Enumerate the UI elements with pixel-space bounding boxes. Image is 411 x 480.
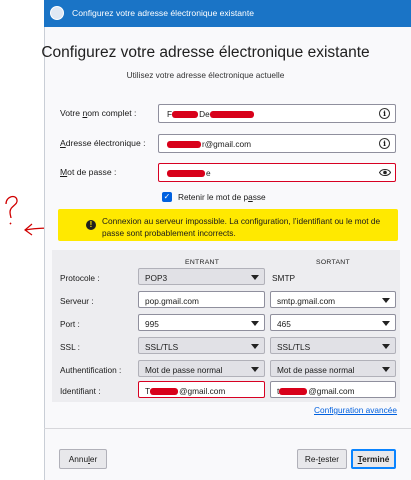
full-name-input[interactable]: F De i (158, 104, 396, 123)
chevron-down-icon (251, 344, 259, 349)
outgoing-auth-select[interactable]: Mot de passe normal (270, 360, 396, 377)
info-icon[interactable]: i (379, 138, 390, 149)
remember-password-checkbox[interactable]: ✓ (162, 192, 172, 202)
outgoing-username-input[interactable]: t @gmail.com (270, 381, 396, 398)
warning-icon: ! (86, 220, 96, 230)
chevron-down-icon (251, 367, 259, 372)
chevron-down-icon (382, 344, 390, 349)
outgoing-port-combobox[interactable]: 465 (270, 314, 396, 331)
chevron-down-icon[interactable] (382, 298, 390, 303)
incoming-auth-select[interactable]: Mot de passe normal (138, 360, 265, 377)
authentication-label: Authentification : (60, 365, 122, 375)
email-value: r@gmail.com (202, 139, 251, 149)
password-input[interactable]: e (158, 163, 396, 182)
email-label: Adresse électronique : (60, 138, 146, 148)
advanced-config-link[interactable]: Configuration avancée (314, 405, 397, 415)
info-icon[interactable]: i (379, 108, 390, 119)
redaction-mark (167, 141, 201, 149)
password-value: e (206, 168, 211, 178)
full-name-value-end: De (199, 109, 210, 119)
warning-message: Connexion au serveur impossible. La conf… (102, 216, 381, 238)
username-label: Identifiant : (60, 386, 101, 396)
redaction-mark (209, 111, 254, 119)
incoming-server-input[interactable]: pop.gmail.com (138, 291, 265, 308)
done-button[interactable]: Terminé (351, 449, 396, 469)
title-bar: Configurez votre adresse électronique ex… (44, 0, 411, 27)
chevron-down-icon (382, 367, 390, 372)
window-title: Configurez votre adresse électronique ex… (72, 8, 255, 18)
footer-divider (44, 428, 411, 429)
thunderbird-icon (50, 6, 64, 20)
incoming-ssl-select[interactable]: SSL/TLS (138, 337, 265, 354)
redaction-mark (279, 387, 308, 395)
chevron-down-icon[interactable] (251, 321, 259, 326)
remember-password-label: Retenir le mot de passe (178, 192, 266, 202)
port-label: Port : (60, 319, 80, 329)
ssl-label: SSL : (60, 342, 80, 352)
incoming-column-header: ENTRANT (185, 259, 220, 266)
page-subheading: Utilisez votre adresse électronique actu… (126, 70, 285, 80)
chevron-down-icon (251, 275, 259, 280)
chevron-down-icon[interactable] (382, 321, 390, 326)
retest-button[interactable]: Re-tester (297, 449, 347, 469)
full-name-label: Votre nom complet : (60, 108, 137, 118)
show-password-eye-icon[interactable] (379, 168, 391, 177)
protocol-label: Protocole : (60, 273, 100, 283)
cancel-button[interactable]: Annuler (59, 449, 107, 469)
redaction-mark (172, 111, 199, 119)
email-input[interactable]: r@gmail.com i (158, 134, 396, 153)
outgoing-protocol-value: SMTP (272, 273, 296, 283)
password-label: Mot de passe : (60, 167, 117, 177)
outgoing-ssl-select[interactable]: SSL/TLS (270, 337, 396, 354)
outgoing-server-combobox[interactable]: smtp.gmail.com (270, 291, 396, 308)
outgoing-column-header: SORTANT (316, 259, 350, 266)
page-heading: Configurez votre adresse électronique ex… (41, 44, 370, 61)
server-label: Serveur : (60, 296, 94, 306)
redaction-mark (150, 387, 179, 395)
incoming-protocol-select[interactable]: POP3 (138, 268, 265, 285)
incoming-username-input[interactable]: T @gmail.com (138, 381, 265, 398)
connection-warning-banner: ! Connexion au serveur impossible. La co… (58, 209, 398, 241)
redaction-mark (167, 170, 205, 178)
incoming-port-combobox[interactable]: 995 (138, 314, 265, 331)
